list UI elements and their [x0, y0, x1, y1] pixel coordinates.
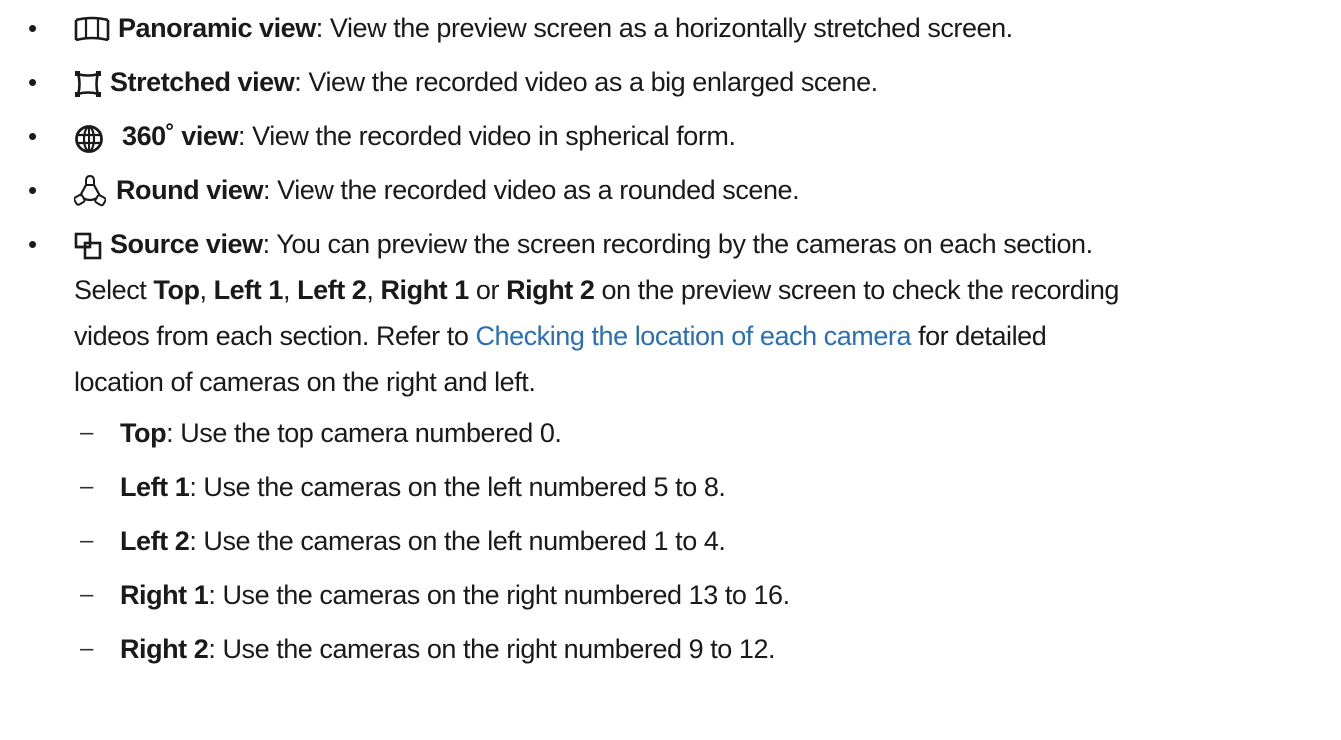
term-source-view: Source view [110, 229, 263, 259]
term-left-1: Left 1 [213, 275, 284, 305]
document-page: • Panoramic view: View the preview scree… [0, 0, 1341, 740]
text-span: , [282, 275, 298, 305]
source-view-icon [74, 232, 102, 260]
description: Use the cameras on the left numbered 5 t… [196, 472, 726, 502]
description: You can preview the screen recording by … [269, 229, 1093, 259]
bullet-text: Round view: View the recorded video as a… [116, 169, 800, 211]
description: Use the top camera numbered 0. [173, 418, 562, 448]
dash-marker: – [80, 581, 94, 608]
text-span: on the preview screen to check the recor… [594, 275, 1119, 305]
text-span: , [366, 275, 381, 305]
description: View the recorded video in spherical for… [245, 121, 736, 151]
term-top: Top [120, 418, 167, 448]
description: View the recorded video as a rounded sce… [270, 175, 800, 205]
bullet-dot: • [28, 13, 38, 43]
term-right-2: Right 2 [506, 275, 595, 305]
bullet-text: Stretched view: View the recorded video … [110, 61, 878, 103]
description: Use the cameras on the left numbered 1 t… [196, 526, 726, 556]
sub-item-text: Left 2: Use the cameras on the left numb… [120, 520, 726, 562]
bullet-dot: • [28, 229, 38, 259]
sub-item-text: Right 2: Use the cameras on the right nu… [120, 628, 776, 670]
term-360-view: 360˚ view [122, 121, 239, 151]
text-span: for detailed [911, 321, 1047, 351]
dash-marker: – [80, 419, 94, 446]
sphere-360-icon [74, 124, 103, 153]
description: Use the cameras on the right numbered 9 … [215, 634, 776, 664]
text-span: videos from each section. Refer to [74, 321, 476, 351]
sub-item-text: Left 1: Use the cameras on the left numb… [120, 466, 726, 508]
term-left-2: Left 2 [297, 275, 367, 305]
bullet-dot: • [28, 121, 38, 151]
term-top: Top [153, 275, 200, 305]
separator: : [315, 13, 324, 43]
term-right-1: Right 1 [120, 580, 209, 610]
separator: : [262, 229, 271, 259]
term-round-view: Round view [116, 175, 264, 205]
source-view-line-4: location of cameras on the right and lef… [74, 367, 536, 397]
bullet-dot: • [28, 67, 38, 97]
sub-item-text: Right 1: Use the cameras on the right nu… [120, 574, 790, 616]
term-panoramic-view: Panoramic view [118, 13, 316, 43]
bullet-dot: • [28, 175, 38, 205]
term-right-1: Right 1 [380, 275, 469, 305]
camera-location-link[interactable]: Checking the location of each camera [475, 321, 911, 351]
sub-item-text: Top: Use the top camera numbered 0. [120, 412, 562, 454]
bullet-text: Source view: You can preview the screen … [110, 223, 1093, 265]
bullet-text: Panoramic view: View the preview screen … [118, 7, 1013, 49]
dash-marker: – [80, 527, 94, 554]
text-span: , [199, 275, 214, 305]
text-span: or [468, 275, 507, 305]
stretched-icon [74, 70, 102, 98]
term-right-2: Right 2 [120, 634, 209, 664]
term-stretched-view: Stretched view [110, 67, 295, 97]
description: Use the cameras on the right numbered 13… [215, 580, 790, 610]
description: View the recorded video as a big enlarge… [301, 67, 878, 97]
bullet-text: 360˚ view: View the recorded video in sp… [122, 115, 736, 157]
source-view-line-2: Select Top, Left 1, Left 2, Right 1 or R… [74, 269, 1119, 311]
dash-marker: – [80, 635, 94, 662]
panoramic-icon [74, 16, 110, 44]
term-left-2: Left 2 [120, 526, 190, 556]
text-span: Select [74, 275, 154, 305]
term-left-1: Left 1 [120, 472, 190, 502]
description: View the preview screen as a horizontall… [322, 13, 1013, 43]
dash-marker: – [80, 473, 94, 500]
round-view-icon [74, 174, 106, 207]
source-view-line-3: videos from each section. Refer to Check… [74, 315, 1047, 357]
